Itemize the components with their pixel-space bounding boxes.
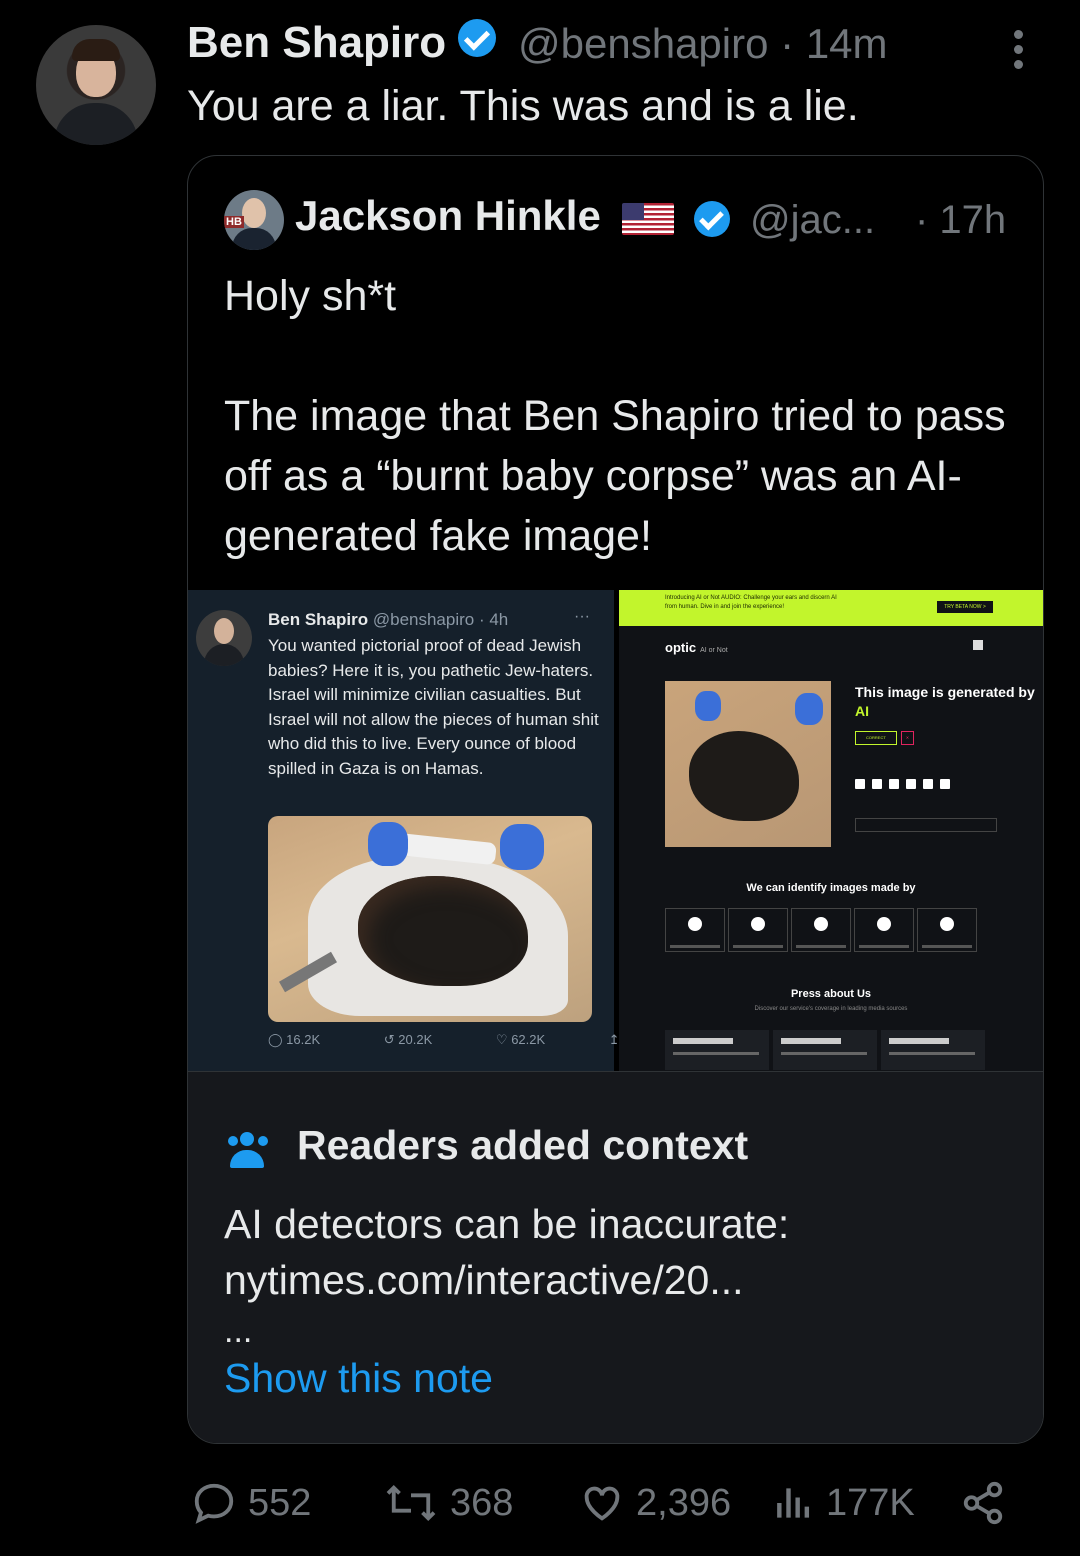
people-icon <box>228 1132 270 1168</box>
identify-title: We can identify images made by <box>746 882 916 894</box>
show-note-link[interactable]: Show this note <box>224 1355 493 1402</box>
tweet-time[interactable]: 14m <box>806 20 888 67</box>
author-handle-row: @benshapiro · 14m <box>518 20 888 68</box>
verified-badge-icon[interactable] <box>694 200 731 237</box>
quoted-author-name[interactable]: Jackson Hinkle <box>295 192 601 239</box>
time-separator: · <box>780 20 795 67</box>
ai-detector-screenshot: Introducing AI or Not AUDIO: Challenge y… <box>619 590 1043 1071</box>
menu-icon <box>973 640 983 650</box>
quoted-author-handle[interactable]: @jac... <box>750 198 875 243</box>
embedded-tweet-text: You wanted pictorial proof of dead Jewis… <box>268 636 599 778</box>
embedded-tweet-screenshot: Ben Shapiro @benshapiro · 4h ··· You wan… <box>188 590 620 1071</box>
quoted-tweet-text: Holy sh*t The image that Ben Shapiro tri… <box>224 272 1006 560</box>
embedded-reply-icon: ◯ 16.2K <box>268 1032 321 1047</box>
quoted-tweet-card[interactable]: HB Jackson Hinkle @jac... · 17h Holy sh*… <box>187 155 1044 1444</box>
author-handle[interactable]: @benshapiro <box>518 20 768 67</box>
embedded-retweet-icon: ↺ 20.2K <box>383 1032 433 1047</box>
avatar-hair <box>72 39 120 61</box>
press-subtitle: Discover our service's coverage in leadi… <box>754 1006 908 1012</box>
note-title: Readers added context <box>297 1122 749 1168</box>
share-icons-row <box>855 776 957 794</box>
embedded-action-bar: ◯ 16.2K ↺ 20.2K ♡ 62.2K ↥ <box>268 1032 650 1048</box>
author-avatar[interactable] <box>36 25 156 145</box>
url-input <box>855 818 997 832</box>
press-logos-row <box>665 1030 989 1070</box>
feedback-buttons: CORRECT ✕ <box>855 726 918 745</box>
share-button[interactable] <box>960 1480 1016 1526</box>
note-body: AI detectors can be inaccurate: nytimes.… <box>224 1201 790 1303</box>
share-icon <box>963 1481 1003 1525</box>
embedded-handle: @benshapiro · 4h <box>372 610 509 629</box>
embedded-name: Ben Shapiro <box>268 610 369 629</box>
reply-count: 552 <box>248 1481 312 1524</box>
community-note[interactable]: Readers added context AI detectors can b… <box>188 1071 1043 1443</box>
views-button[interactable]: 177K <box>772 1480 915 1526</box>
verified-badge-icon[interactable] <box>458 19 497 57</box>
analyzed-photo <box>665 681 831 847</box>
views-count: 177K <box>826 1481 915 1524</box>
promo-banner-button: TRY BETA NOW > <box>937 601 993 613</box>
repost-button[interactable]: 368 <box>382 1480 513 1526</box>
views-icon <box>777 1488 810 1518</box>
embedded-like-icon: ♡ 62.2K <box>495 1032 546 1047</box>
reply-button[interactable]: 552 <box>190 1480 311 1526</box>
press-title: Press about Us <box>790 988 872 1000</box>
quoted-author-avatar[interactable]: HB <box>224 190 284 250</box>
repost-count: 368 <box>450 1481 514 1524</box>
embedded-photo <box>268 816 592 1022</box>
quoted-tweet-time[interactable]: · 17h <box>915 198 1006 243</box>
tweet-text: You are a liar. This was and is a lie. <box>187 82 859 130</box>
tweet-action-bar: 552 368 2,396 177K <box>190 1480 1020 1530</box>
embedded-name-row: Ben Shapiro @benshapiro · 4h <box>268 610 508 630</box>
like-count: 2,396 <box>636 1481 732 1524</box>
embedded-more-icon: ··· <box>574 608 590 625</box>
more-options-icon[interactable] <box>1014 30 1026 75</box>
embedded-avatar <box>196 610 252 666</box>
author-name-row[interactable]: Ben Shapiro <box>187 18 497 68</box>
like-button[interactable]: 2,396 <box>578 1480 731 1526</box>
quoted-author-name-row[interactable]: Jackson Hinkle <box>295 192 731 240</box>
repost-icon <box>386 1484 436 1522</box>
detection-result: This image is generated by AI <box>855 684 1035 719</box>
promo-banner-text: Introducing AI or Not AUDIO: Challenge y… <box>665 595 837 610</box>
model-logos-row <box>665 908 980 952</box>
avatar-suit <box>54 103 138 145</box>
us-flag-icon <box>622 202 675 235</box>
quoted-media-image[interactable]: Ben Shapiro @benshapiro · 4h ··· You wan… <box>188 590 1043 1071</box>
author-name[interactable]: Ben Shapiro <box>187 18 446 67</box>
reply-icon <box>194 1483 234 1524</box>
note-ellipsis: ... <box>224 1312 253 1350</box>
detection-result-ai: AI <box>855 703 869 719</box>
optic-logo: optic AI or Not <box>665 640 728 655</box>
heart-icon <box>584 1486 620 1521</box>
